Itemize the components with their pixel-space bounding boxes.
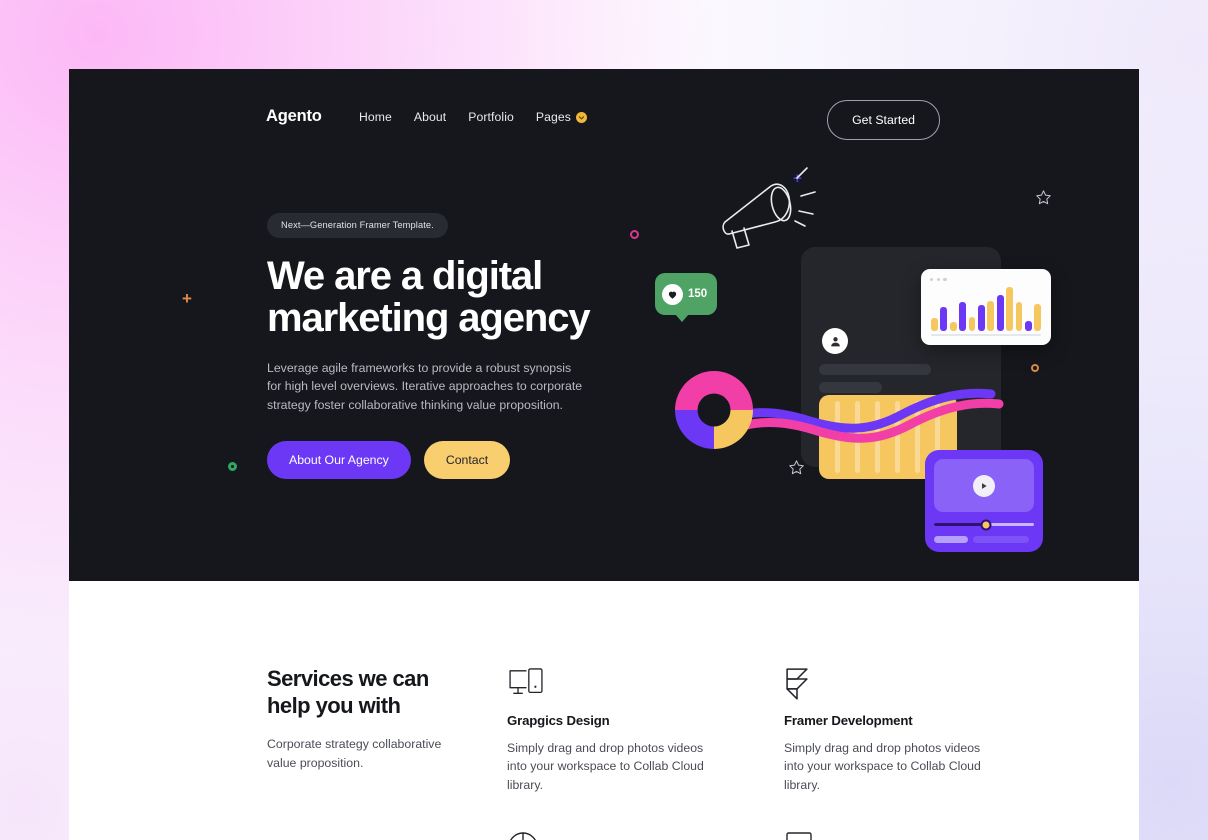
ring-decoration-icon [228, 462, 237, 471]
nav-item-label: Home [359, 110, 392, 124]
video-player-card[interactable] [925, 450, 1043, 552]
chart-bar [968, 317, 976, 331]
contact-button[interactable]: Contact [423, 441, 511, 480]
chart-bar [1006, 286, 1013, 331]
hero-section: Agento Home About Portfolio Pages Get St… [69, 69, 1139, 581]
plus-decoration-icon: + [182, 289, 192, 308]
chart-bar [959, 302, 966, 331]
service-card-third[interactable] [507, 831, 762, 840]
chart-bar [987, 300, 995, 331]
heart-icon [662, 283, 683, 305]
brand-logo[interactable]: Agento [266, 107, 322, 126]
chevron-down-icon [575, 111, 587, 123]
hero-subtitle: Leverage agile frameworks to provide a r… [267, 361, 583, 412]
service-card-framer-development[interactable]: Framer Development Simply drag and drop … [784, 668, 1039, 794]
chart-bar [1024, 320, 1032, 331]
service-title: Grapgics Design [507, 713, 610, 728]
chart-axis [931, 334, 1041, 336]
chart-bar [940, 307, 948, 331]
skeleton-line [819, 364, 931, 375]
get-started-button[interactable]: Get Started [827, 100, 940, 140]
services-inner: Services we can help you with Corporate … [267, 665, 1039, 840]
like-badge: 150 [655, 273, 717, 322]
services-title-line-1: Services we can [267, 666, 429, 691]
navbar: Agento Home About Portfolio Pages Get St… [69, 69, 1139, 165]
nav-item-label: Pages [535, 110, 571, 124]
nav-item-pages[interactable]: Pages [536, 110, 587, 124]
service-title: Framer Development [784, 713, 913, 728]
nav-item-portfolio[interactable]: Portfolio [468, 110, 514, 124]
play-icon[interactable] [973, 474, 995, 497]
ring-decoration-icon [630, 230, 639, 239]
video-progress-slider[interactable] [934, 519, 1034, 531]
hero-copy: Next—Generation Framer Template. We are … [267, 213, 607, 480]
services-heading-block: Services we can help you with Corporate … [267, 665, 482, 840]
hero-cta-group: About Our Agency Contact [267, 441, 607, 480]
services-section: Services we can help you with Corporate … [69, 581, 1139, 840]
window-dots-icon [930, 278, 947, 282]
hero-illustration: 150 [649, 159, 1109, 559]
document-list-icon [784, 831, 1039, 840]
donut-hole [697, 393, 731, 427]
about-our-agency-button[interactable]: About Our Agency [267, 441, 411, 480]
page-title: We are a digital marketing agency [267, 255, 607, 339]
service-description: Simply drag and drop photos videos into … [784, 741, 981, 792]
video-screen [934, 459, 1034, 512]
avatar [822, 328, 848, 354]
hero-title-line-1: We are a digital [267, 254, 543, 298]
nav-links: Home About Portfolio Pages [359, 110, 587, 124]
video-meta-bars [934, 536, 1034, 544]
nav-item-label: Portfolio [468, 110, 514, 124]
services-grid: Grapgics Design Simply drag and drop pho… [482, 665, 1039, 840]
like-count: 150 [688, 288, 708, 300]
service-card-fourth[interactable] [784, 831, 1039, 840]
chart-bar [1034, 304, 1042, 331]
services-title-line-2: help you with [267, 693, 401, 719]
services-description: Corporate strategy collaborative value p… [267, 737, 442, 770]
chart-bar [931, 318, 938, 331]
nav-item-home[interactable]: Home [359, 110, 392, 124]
chart-bar [1015, 302, 1023, 331]
website-page: Agento Home About Portfolio Pages Get St… [69, 69, 1139, 840]
bar-chart-card [921, 269, 1051, 345]
progress-knob[interactable] [980, 519, 992, 531]
services-title: Services we can help you with [267, 665, 482, 719]
chart-bar [996, 295, 1004, 331]
donut-chart [675, 371, 753, 449]
service-description: Simply drag and drop photos videos into … [507, 741, 704, 792]
nav-item-label: About [413, 110, 447, 124]
service-card-graphics-design[interactable]: Grapgics Design Simply drag and drop pho… [507, 668, 762, 794]
hero-badge: Next—Generation Framer Template. [267, 213, 448, 238]
monitor-phone-icon [507, 668, 762, 701]
hero-title-line-2: marketing agency [267, 296, 591, 340]
nav-item-about[interactable]: About [414, 110, 446, 124]
bar-chart [931, 285, 1042, 331]
pie-chart-icon [507, 831, 762, 840]
chart-bar [977, 305, 985, 331]
framer-logo-icon [784, 668, 1039, 701]
progress-fill [934, 523, 986, 527]
chart-bar [949, 321, 957, 331]
